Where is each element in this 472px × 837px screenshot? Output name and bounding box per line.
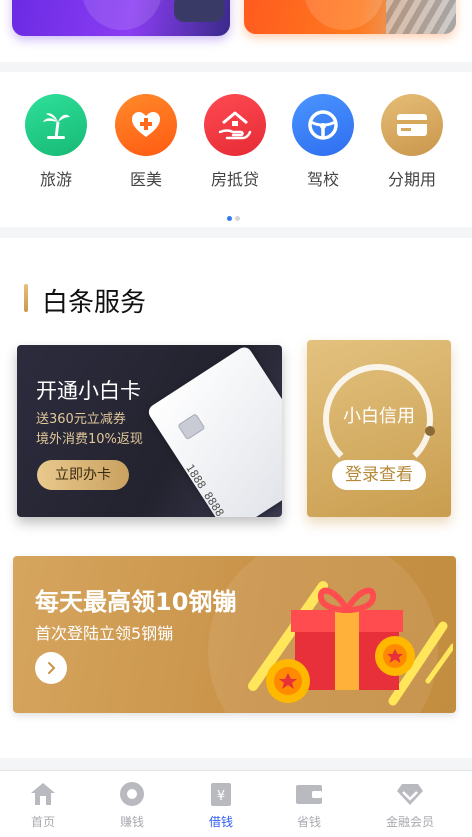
palm-tree-icon (25, 94, 87, 156)
road-image (386, 0, 456, 34)
top-banner-strip (0, 0, 472, 62)
wallet-icon (279, 779, 339, 809)
credit-score-card[interactable]: 小白信用 登录查看 (307, 340, 451, 517)
nav-home[interactable]: 首页 (13, 779, 73, 830)
open-card-line1: 送360元立减券 (36, 412, 126, 427)
credit-name: 小白信用 (343, 406, 415, 427)
nav-vip[interactable]: 金融会员 (380, 779, 440, 830)
nav-label: 金融会员 (385, 815, 434, 829)
category-mortgage[interactable]: 房抵贷 (200, 94, 270, 190)
card-number: 1888 8888 8888 (183, 461, 245, 517)
open-card-title: 开通小白卡 (36, 379, 141, 403)
category-medical-beauty[interactable]: 医美 (111, 94, 181, 190)
promo-subtitle: 首次登陆立领5钢镚 (35, 624, 174, 643)
bottom-nav: 首页 赚钱 ¥ 借钱 省钱 金融会员 (0, 770, 472, 837)
promo-title: 每天最高领10钢镚 (35, 588, 237, 616)
car-image (174, 0, 224, 22)
house-hand-icon (204, 94, 266, 156)
nav-label: 赚钱 (119, 815, 144, 829)
category-label: 房抵贷 (210, 170, 259, 189)
category-label: 医美 (129, 170, 162, 189)
nav-label: 借钱 (208, 815, 233, 829)
chip-icon (177, 413, 206, 441)
nav-earn[interactable]: 赚钱 (102, 779, 162, 830)
baitiao-section: 白条服务 1888 8888 8888 开通小白卡 送360元立减券 境外消费1… (0, 238, 472, 758)
login-view-button[interactable]: 登录查看 (332, 460, 426, 490)
nav-save[interactable]: 省钱 (279, 779, 339, 830)
category-grid: 旅游 医美 房抵贷 驾校 分期用 (0, 72, 472, 227)
category-label: 驾校 (306, 170, 339, 189)
home-icon (13, 779, 73, 809)
chevron-right-icon[interactable] (35, 652, 67, 684)
coin-promo-banner[interactable]: 每天最高领10钢镚 首次登陆立领5钢镚 (13, 556, 456, 713)
page-indicator (227, 206, 243, 225)
section-title: 白条服务 (42, 288, 147, 318)
category-installment[interactable]: 分期用 (377, 94, 447, 190)
steering-wheel-icon (292, 94, 354, 156)
bank-card-image: 1888 8888 8888 (145, 345, 282, 517)
apply-card-button[interactable]: 立即办卡 (37, 460, 129, 490)
yuan-icon: ¥ (191, 779, 251, 809)
heart-plus-icon (115, 94, 177, 156)
gift-box-icon (248, 581, 453, 706)
category-driving-school[interactable]: 驾校 (288, 94, 358, 190)
car-banner[interactable] (12, 0, 230, 36)
coin-icon (102, 779, 162, 809)
category-label: 旅游 (39, 170, 72, 189)
nav-borrow[interactable]: ¥ 借钱 (191, 779, 251, 830)
card-icon (381, 94, 443, 156)
section-title-accent (24, 284, 28, 312)
open-card-line2: 境外消费10%返现 (36, 432, 143, 447)
category-label: 分期用 (387, 170, 436, 189)
svg-text:¥: ¥ (217, 789, 225, 804)
diamond-icon (380, 779, 440, 809)
nav-label: 省钱 (296, 815, 321, 829)
road-banner[interactable] (244, 0, 456, 34)
open-card-banner[interactable]: 1888 8888 8888 开通小白卡 送360元立减券 境外消费10%返现 … (17, 345, 282, 517)
category-travel[interactable]: 旅游 (21, 94, 91, 190)
nav-label: 首页 (30, 815, 55, 829)
